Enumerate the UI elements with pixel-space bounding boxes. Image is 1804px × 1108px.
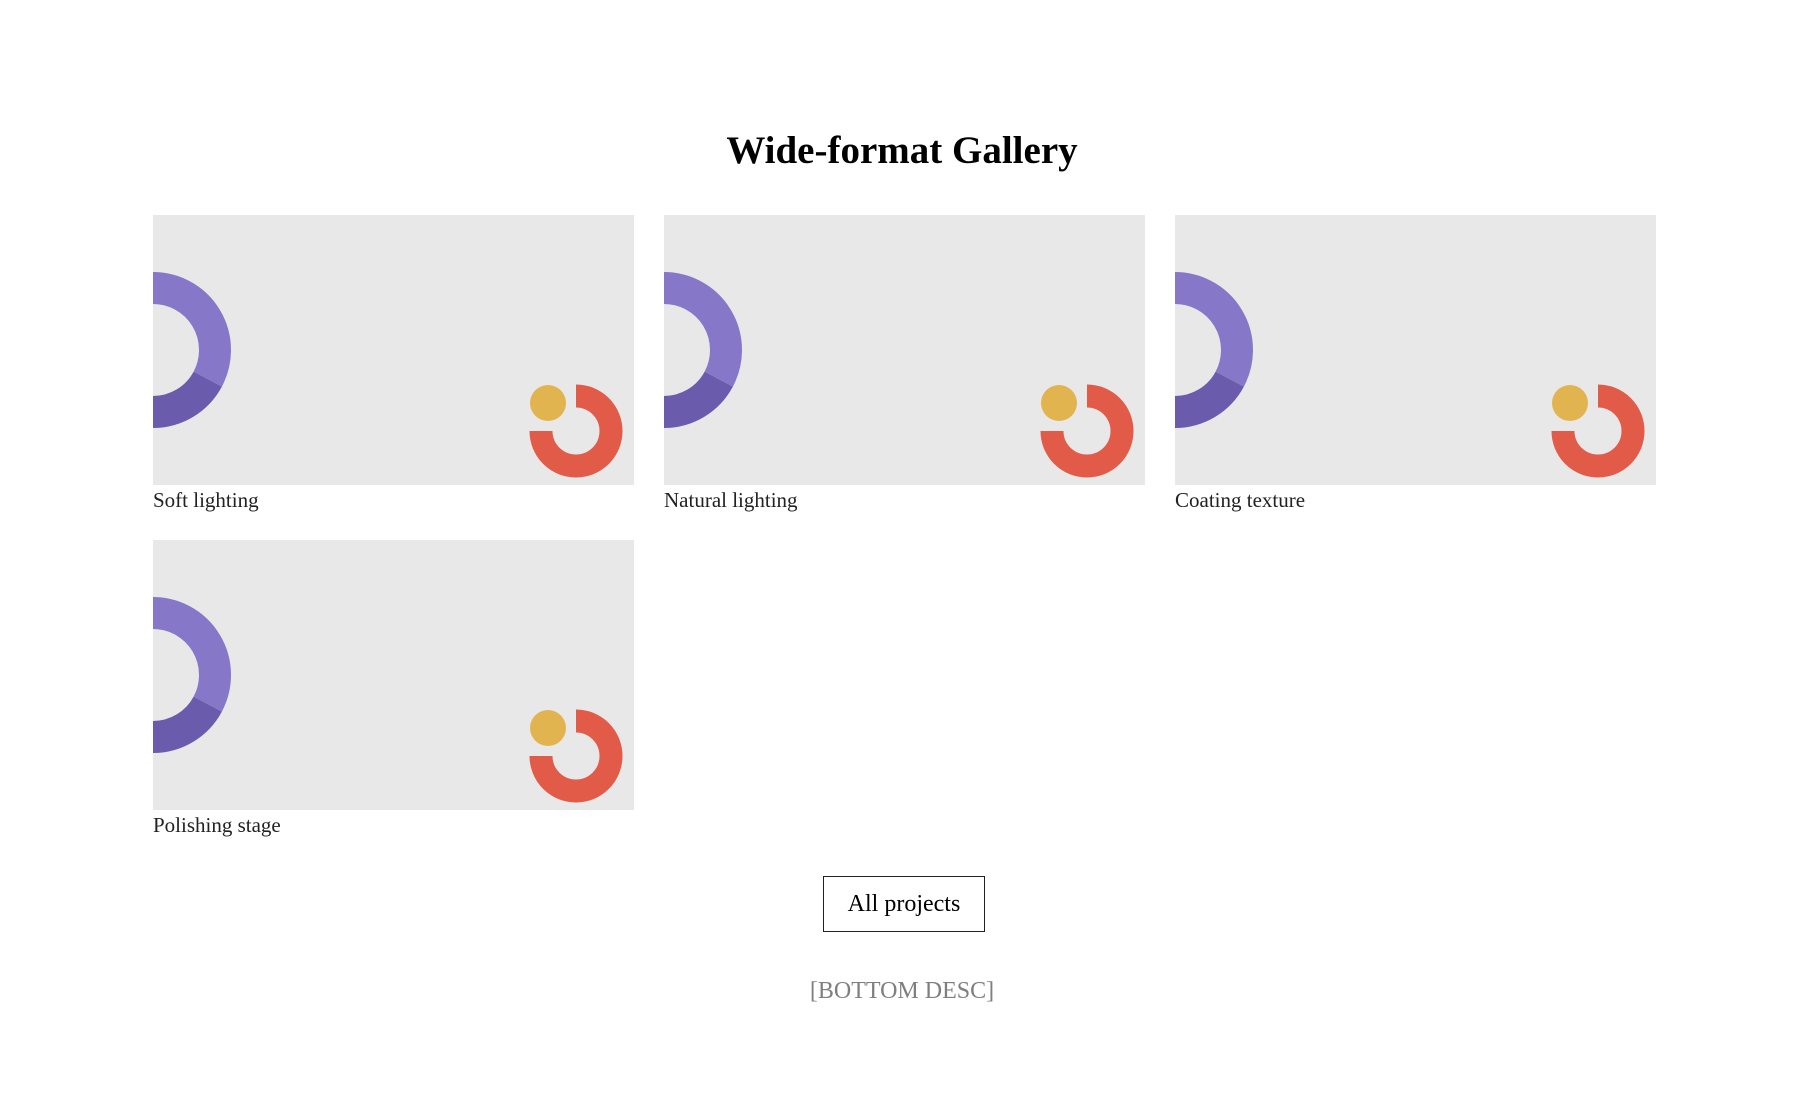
thumbnail-artwork — [1175, 272, 1645, 478]
gallery-caption: Polishing stage — [153, 813, 281, 837]
page-title: Wide-format Gallery — [726, 129, 1078, 172]
gallery-thumbnail[interactable] — [153, 215, 634, 485]
gallery-caption: Soft lighting — [153, 488, 259, 512]
bottom-description: [BOTTOM DESC] — [809, 978, 995, 1004]
thumbnail-artwork — [664, 272, 1134, 478]
purple-ring-arc — [664, 272, 742, 387]
purple-ring-arc-shade — [153, 695, 222, 753]
gallery-thumbnail[interactable] — [1175, 215, 1656, 485]
yellow-dot — [1041, 385, 1077, 421]
yellow-dot — [530, 710, 566, 746]
gallery-caption: Coating texture — [1175, 488, 1306, 512]
purple-ring-arc — [1175, 272, 1253, 387]
purple-ring-arc — [153, 272, 231, 387]
gallery-card[interactable]: Coating texture — [1175, 215, 1656, 540]
yellow-dot — [1552, 385, 1588, 421]
yellow-dot — [530, 385, 566, 421]
purple-ring-arc-shade — [664, 370, 733, 428]
thumbnail-artwork — [153, 597, 623, 803]
gallery-thumbnail[interactable] — [153, 540, 634, 810]
thumbnail-artwork — [153, 272, 623, 478]
gallery-card[interactable]: Polishing stage — [153, 540, 634, 865]
purple-ring-arc — [153, 597, 231, 712]
gallery-caption: Natural lighting — [664, 488, 798, 512]
purple-ring-arc-shade — [153, 370, 222, 428]
purple-ring-arc-shade — [1175, 370, 1244, 428]
gallery-grid: Soft lighting Natural lighting Coating t… — [153, 215, 1656, 865]
gallery-thumbnail[interactable] — [664, 215, 1145, 485]
all-projects-button[interactable]: All projects — [823, 876, 985, 932]
gallery-card[interactable]: Soft lighting — [153, 215, 634, 540]
gallery-card[interactable]: Natural lighting — [664, 215, 1145, 540]
